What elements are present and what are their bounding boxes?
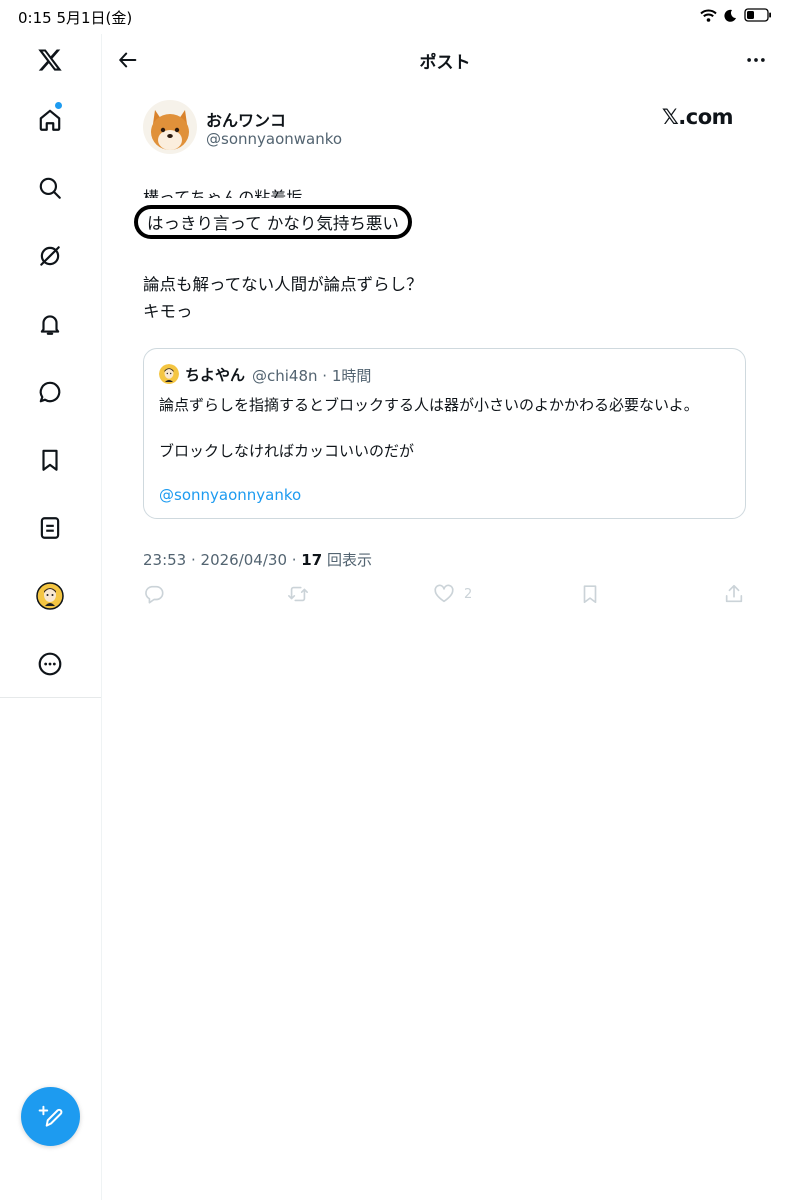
views-label: 回表示: [322, 551, 372, 569]
post-text-line: 論点も解ってない人間が論点ずらし？: [143, 275, 423, 294]
lists-icon[interactable]: [30, 508, 70, 548]
author-avatar[interactable]: [143, 100, 197, 154]
wifi-icon: [700, 9, 717, 22]
post-timestamp[interactable]: 23:53 · 2026/04/30 ·: [143, 551, 301, 569]
profile-avatar[interactable]: [30, 576, 70, 616]
bell-icon[interactable]: [30, 304, 70, 344]
repost-button[interactable]: [286, 583, 310, 605]
quote-text-line: 論点ずらしを指摘するとブロックする人は器が小さいのよかかわる必要ないよ。: [159, 396, 699, 414]
more-icon[interactable]: [30, 644, 70, 684]
like-button[interactable]: 2: [432, 583, 472, 605]
home-icon[interactable]: [30, 100, 70, 140]
quote-mention-link[interactable]: @sonnyaonnyanko: [159, 486, 301, 504]
heart-icon: [434, 584, 454, 603]
reply-icon: [145, 585, 164, 604]
x-logo-icon[interactable]: [30, 40, 70, 80]
repost-icon: [288, 586, 308, 602]
page-title: ポスト: [419, 53, 471, 73]
post-meta: 23:53 · 2026/04/30 · 17 回表示: [143, 549, 372, 570]
quote-avatar: [159, 364, 179, 384]
quote-handle-time: @chi48n · 1時間: [252, 367, 372, 385]
compose-icon: [38, 1105, 62, 1127]
bookmark-icon[interactable]: [30, 440, 70, 480]
quote-author-name: ちよやん: [185, 366, 246, 384]
views-count: 17: [301, 551, 323, 569]
xcom-watermark: 𝕏.com: [661, 105, 734, 129]
more-options-button[interactable]: [742, 46, 770, 74]
quoted-post[interactable]: ちよやん @chi48n · 1時間 論点ずらしを指摘するとブロックする人は器が…: [143, 348, 746, 519]
sidebar-divider: [0, 697, 101, 698]
post-text-line: キモっ: [143, 302, 193, 321]
notification-dot: [55, 102, 62, 109]
share-button[interactable]: [723, 583, 745, 605]
bookmark-button[interactable]: [579, 583, 601, 605]
messages-icon[interactable]: [30, 372, 70, 412]
like-count: 2: [464, 586, 473, 602]
reply-button[interactable]: [143, 583, 165, 605]
status-time-date: 0:15 5月1日(金): [18, 9, 133, 27]
share-icon: [725, 584, 743, 603]
grok-icon[interactable]: [30, 236, 70, 276]
post-text-clipped-line: 構ってちゃんの粘着垢: [143, 188, 303, 198]
post-text-circled-line: はっきり言って かなり気持ち悪い: [134, 205, 412, 239]
main-column: ポスト おんワンコ @sonnyaonwanko 𝕏.com 構ってちゃんの粘着…: [102, 34, 788, 1200]
action-bar: 2: [143, 583, 747, 609]
circled-text: はっきり言って かなり気持ち悪い: [147, 214, 399, 233]
status-icons: [700, 8, 772, 22]
quote-text-line: ブロックしなければカッコいいのだが: [159, 442, 415, 460]
bookmark-icon: [583, 585, 597, 604]
top-bar: ポスト: [102, 34, 788, 86]
moon-icon: [724, 9, 736, 22]
search-icon[interactable]: [30, 168, 70, 208]
compose-button[interactable]: [21, 1087, 80, 1146]
author-handle[interactable]: @sonnyaonwanko: [206, 130, 342, 148]
sidebar: [0, 34, 102, 1200]
more-horizontal-icon: [747, 58, 765, 62]
author-name[interactable]: おんワンコ: [206, 107, 286, 131]
status-bar: 0:15 5月1日(金): [0, 0, 788, 34]
battery-icon: [744, 8, 771, 22]
